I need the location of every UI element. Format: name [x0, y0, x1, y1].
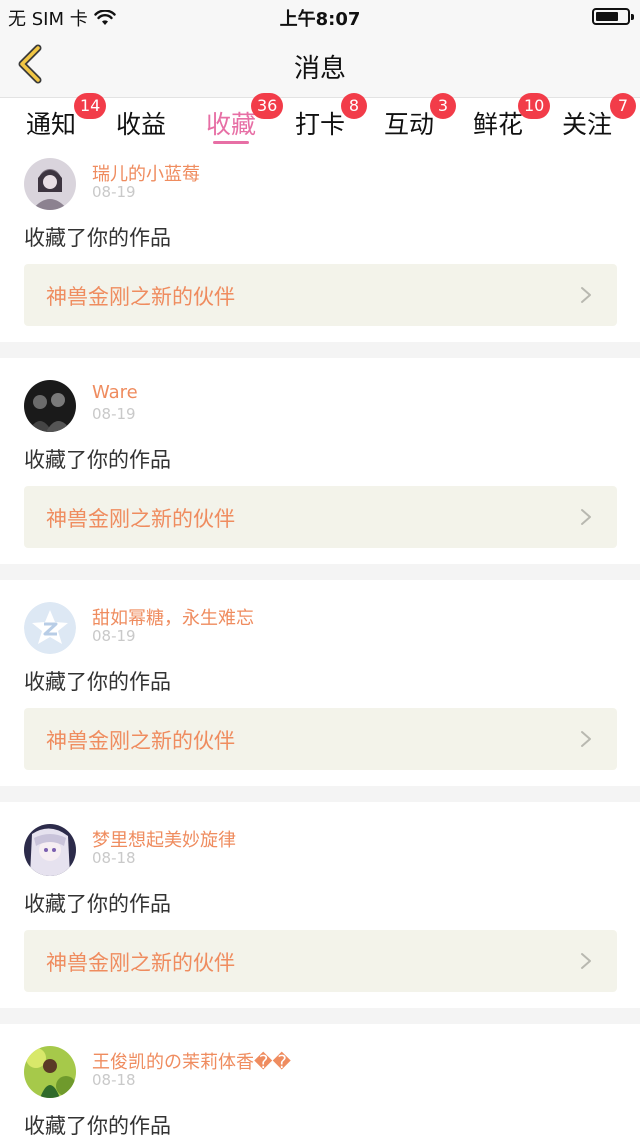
message-date: 08-18 — [92, 1071, 136, 1089]
message-date: 08-19 — [92, 405, 136, 423]
divider — [0, 342, 640, 358]
nav-bar: 消息 — [0, 32, 640, 98]
work-title: 神兽金刚之新的伙伴 — [46, 285, 235, 309]
message-action: 收藏了你的作品 — [24, 1114, 171, 1138]
tab-earnings[interactable]: 收益 — [116, 105, 166, 141]
divider — [0, 564, 640, 580]
chevron-right-icon — [581, 287, 591, 303]
chevron-right-icon — [581, 953, 591, 969]
divider — [0, 1008, 640, 1024]
message-card: 甜如幂糖，永生难忘 08-19 收藏了你的作品 神兽金刚之新的伙伴 — [0, 596, 640, 802]
work-title: 神兽金刚之新的伙伴 — [46, 729, 235, 753]
avatar[interactable] — [24, 380, 76, 432]
work-link[interactable]: 神兽金刚之新的伙伴 — [24, 930, 617, 992]
tab-checkin-badge: 8 — [341, 93, 367, 119]
message-date: 08-19 — [92, 627, 136, 645]
message-card: Ware 08-19 收藏了你的作品 神兽金刚之新的伙伴 — [0, 374, 640, 580]
tab-flowers-badge: 10 — [518, 93, 551, 119]
battery-icon — [592, 8, 634, 25]
status-time: 上午8:07 — [279, 9, 361, 30]
status-bar: 无 SIM 卡 上午8:07 — [0, 0, 640, 32]
active-tab-indicator — [213, 141, 249, 144]
user-avatar-icon — [24, 380, 76, 432]
work-link[interactable]: 神兽金刚之新的伙伴 — [24, 708, 617, 770]
message-action: 收藏了你的作品 — [24, 448, 171, 472]
tab-follow-badge: 7 — [610, 93, 636, 119]
message-action: 收藏了你的作品 — [24, 226, 171, 250]
user-avatar-icon — [24, 158, 76, 210]
user-avatar-icon — [24, 824, 76, 876]
default-avatar-icon — [24, 602, 76, 654]
chevron-right-icon — [581, 509, 591, 525]
user-name[interactable]: Ware — [92, 382, 138, 403]
tab-follow[interactable]: 关注 — [562, 105, 612, 141]
tab-interaction-badge: 3 — [430, 93, 456, 119]
work-title: 神兽金刚之新的伙伴 — [46, 951, 235, 975]
message-date: 08-19 — [92, 183, 136, 201]
work-link[interactable]: 神兽金刚之新的伙伴 — [24, 264, 617, 326]
message-card: 梦里想起美妙旋律 08-18 收藏了你的作品 神兽金刚之新的伙伴 — [0, 818, 640, 1024]
message-action: 收藏了你的作品 — [24, 670, 171, 694]
user-avatar-icon — [24, 1046, 76, 1098]
message-date: 08-18 — [92, 849, 136, 867]
avatar[interactable] — [24, 602, 76, 654]
avatar[interactable] — [24, 1046, 76, 1098]
work-title: 神兽金刚之新的伙伴 — [46, 507, 235, 531]
tab-notify[interactable]: 通知 — [26, 105, 76, 141]
message-card: 瑞儿的小蓝莓 08-19 收藏了你的作品 神兽金刚之新的伙伴 — [0, 152, 640, 358]
page-title: 消息 — [293, 54, 346, 84]
message-action: 收藏了你的作品 — [24, 892, 171, 916]
work-link[interactable]: 神兽金刚之新的伙伴 — [24, 486, 617, 548]
tab-bar: 通知 14 收益 收藏 36 打卡 8 互动 3 鲜花 10 关注 7 — [0, 93, 640, 152]
chevron-right-icon — [581, 731, 591, 747]
tab-favorites-badge: 36 — [251, 93, 284, 119]
tab-favorites[interactable]: 收藏 — [206, 105, 256, 141]
tab-checkin[interactable]: 打卡 — [295, 105, 345, 141]
message-card: 王俊凯的の茉莉体香�� 08-18 收藏了你的作品 — [0, 1040, 640, 1138]
avatar[interactable] — [24, 158, 76, 210]
avatar[interactable] — [24, 824, 76, 876]
divider — [0, 786, 640, 802]
tab-flowers[interactable]: 鲜花 — [473, 105, 523, 141]
tab-notify-badge: 14 — [74, 93, 107, 119]
tab-interaction[interactable]: 互动 — [384, 105, 434, 141]
